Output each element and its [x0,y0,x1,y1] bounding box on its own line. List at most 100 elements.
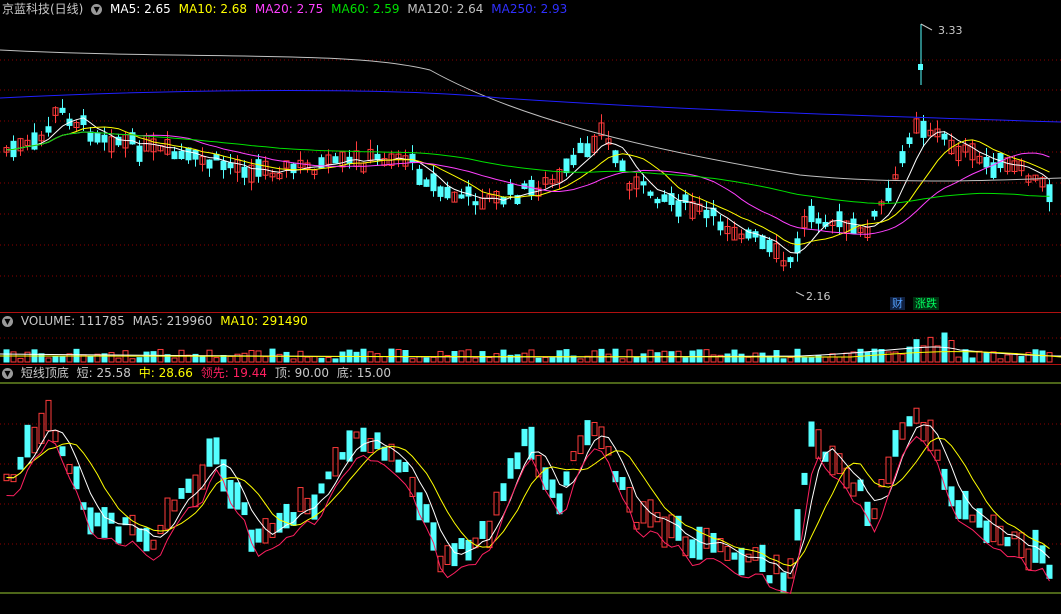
volume-bar [836,356,843,363]
ma250-label: MA250: 2.93 [491,2,568,16]
volume-panel[interactable]: ▼ VOLUME: 111785 MA5: 219960 MA10: 29149… [0,312,1061,364]
candle-body [437,186,444,197]
finance-tag[interactable]: 财 [890,297,905,310]
volume-bar [304,356,311,363]
price-panel[interactable]: 京蓝科技(日线) ▼ MA5: 2.65 MA10: 2.68 MA20: 2.… [0,0,1061,312]
candle-body [717,221,724,231]
osc-bar [318,483,325,494]
osc-bar [808,421,815,447]
osc-bar [619,477,626,490]
volume-bar [416,356,423,363]
volume-bar [934,345,941,363]
ma60-label: MA60: 2.59 [331,2,400,16]
chevron-down-icon[interactable]: ▼ [2,368,13,379]
osc-bar [24,424,31,458]
volume-bar [878,349,885,363]
volume-bar [724,353,731,363]
candle-body [220,160,227,171]
volume-bar [1004,354,1011,363]
limit-down-tag[interactable]: 涨跌 [913,297,939,310]
osc-bar [59,446,66,457]
osc-bar [934,449,941,461]
ma5-label: MA5: 2.65 [110,2,171,16]
chevron-down-icon[interactable]: ▼ [91,4,103,15]
volume-bar [339,351,346,363]
volume-bar [549,357,556,363]
candle-body [31,132,38,150]
volume-bar [983,352,990,363]
candle-body [612,150,619,164]
volume-bar [59,356,66,363]
candle-body [766,239,773,253]
volume-bar [605,353,612,363]
osc-bar [1004,536,1011,547]
candle-body [570,154,577,166]
osc-bar [850,482,857,497]
osc-bar [927,419,934,452]
chevron-down-icon[interactable]: ▼ [2,316,13,327]
volume-bar [87,356,94,363]
candle-body [206,159,213,169]
osc-bar [990,514,997,543]
candle-body [185,147,192,161]
volume-bar [129,358,136,363]
osc-bar [157,524,164,535]
osc-bar [444,545,451,565]
candle-body [444,186,451,199]
osc-bar [801,472,808,485]
ma10-label: MA10: 2.68 [178,2,248,16]
volume-bar [626,349,633,363]
candle-body [759,235,766,250]
osc-bar [409,476,416,497]
volume-bar [801,357,808,363]
volume-bar [885,351,892,363]
osc-bar [94,512,101,527]
volume-bar [1018,356,1025,363]
candle-body [241,166,248,178]
candle-body [332,156,339,164]
osc-header: ▼ 短线顶底 短: 25.58 中: 28.66 领先: 19.44 顶: 90… [0,364,395,382]
osc-bar [73,466,80,490]
volume-bar [1046,352,1053,363]
osc-bar [45,399,52,432]
osc-bar [423,504,430,523]
volume-header: ▼ VOLUME: 111785 MA5: 219960 MA10: 29149… [0,312,312,330]
oscillator-panel[interactable]: ▼ 短线顶底 短: 25.58 中: 28.66 领先: 19.44 顶: 90… [0,364,1061,614]
ma60-line [6,131,1050,204]
ma250-line [0,90,1061,123]
osc-bar [794,509,801,541]
volume-bar [143,351,150,363]
osc-bar [885,456,892,484]
osc-bar [269,522,276,538]
volume-bar [472,357,479,363]
volume-bar [199,356,206,363]
osc-bottom: 底: 15.00 [336,366,392,380]
candle-body [920,120,927,138]
osc-bar [395,459,402,473]
candle-body [94,132,101,143]
osc-bar [437,555,444,573]
volume-bar [136,357,143,363]
volume-bar [171,357,178,363]
osc-top: 顶: 90.00 [274,366,330,380]
osc-bar [514,452,521,470]
oscillator-chart[interactable] [0,364,1061,614]
price-chart[interactable] [0,0,1061,312]
osc-bar [332,447,339,477]
osc-bar [584,420,591,446]
volume-bar [493,353,500,363]
osc-bar [38,412,45,444]
candle-body [640,181,647,186]
osc-bar [290,512,297,526]
candle-body [423,179,430,187]
leader-line [795,291,805,297]
osc-bar [178,488,185,499]
volume-bar [808,357,815,363]
volume-bar [976,350,983,363]
volume-bar [542,356,549,363]
volume-bar [864,352,871,363]
osc-bar [969,514,976,523]
candle-body [815,218,822,224]
candle-body [647,191,654,196]
volume-bar [829,353,836,363]
